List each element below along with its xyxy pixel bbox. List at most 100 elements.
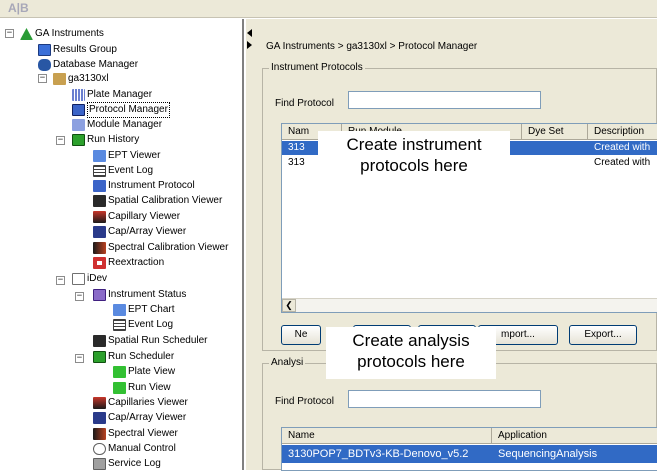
instrument-protocols-callout: Create instrument protocols here: [318, 131, 510, 181]
run-scheduler-icon: [93, 351, 106, 363]
tree-item-ga-instruments[interactable]: GA Instruments: [20, 27, 104, 41]
tree-item-spatial-run-scheduler[interactable]: Spatial Run Scheduler: [93, 334, 208, 348]
tree-item-capillaries-viewer[interactable]: Capillaries Viewer: [93, 396, 188, 410]
tree-item-results-group[interactable]: Results Group: [38, 43, 117, 57]
tree-item-instrument-protocol[interactable]: Instrument Protocol: [93, 179, 195, 193]
tree-item-instrument-status[interactable]: Instrument Status: [93, 288, 186, 302]
tree-item-capillary-viewer[interactable]: Capillary Viewer: [93, 210, 180, 224]
callout-line: protocols here: [357, 352, 465, 371]
idev-icon: [72, 273, 85, 285]
tree-item-database-manager[interactable]: Database Manager: [38, 58, 138, 72]
ept-chart-icon: [113, 304, 126, 316]
manual-control-icon: [93, 443, 106, 455]
content-panel: GA Instruments > ga3130xl > Protocol Man…: [256, 19, 657, 471]
service-log-icon: [93, 458, 106, 470]
run-view-icon: [113, 382, 126, 394]
tree-item-manual-control[interactable]: Manual Control: [93, 442, 176, 456]
tree-item-run-scheduler[interactable]: Run Scheduler: [93, 350, 174, 364]
analysis-protocols-title: Analysi: [269, 357, 306, 368]
column-header-name[interactable]: Name: [282, 428, 492, 444]
plate-manager-icon: [72, 89, 85, 101]
tree-item-spectral-calibration-viewer[interactable]: Spectral Calibration Viewer: [93, 241, 228, 255]
results-group-icon: [38, 44, 51, 56]
capillary-viewer-icon: [93, 211, 106, 223]
collapse-run-scheduler-toggle[interactable]: −: [75, 354, 84, 363]
collapse-idev-toggle[interactable]: −: [56, 276, 65, 285]
event-log-icon: [113, 319, 126, 331]
module-manager-icon: [72, 119, 85, 131]
column-header-dye-set[interactable]: Dye Set: [522, 124, 588, 140]
collapse-ga3130xl-toggle[interactable]: −: [38, 74, 47, 83]
instrument-status-icon: [93, 289, 106, 301]
spatial-run-scheduler-icon: [93, 335, 106, 347]
instrument-icon: [53, 73, 66, 85]
column-header-description[interactable]: Description: [588, 124, 657, 140]
spectral-viewer-icon: [93, 428, 106, 440]
scroll-left-arrow-icon[interactable]: ❮: [282, 299, 296, 312]
collapse-run-history-toggle[interactable]: −: [56, 136, 65, 145]
spatial-calibration-icon: [93, 195, 106, 207]
cap-array-viewer-icon: [93, 226, 106, 238]
plate-view-icon: [113, 366, 126, 378]
collapse-left-arrow-icon[interactable]: [247, 29, 252, 37]
navigation-tree[interactable]: − − − − − − GA Instruments Results Group…: [0, 19, 244, 470]
tree-item-protocol-manager[interactable]: Protocol Manager: [72, 102, 170, 118]
tree-item-run-history[interactable]: Run History: [72, 133, 139, 147]
row-description: Created with: [594, 157, 651, 168]
find-analysis-protocol-input[interactable]: [348, 390, 541, 408]
collapse-right-arrow-icon[interactable]: [247, 41, 252, 49]
tree-item-service-log[interactable]: Service Log: [93, 457, 161, 470]
title-strip: A|B: [0, 0, 657, 18]
tree-item-cap-array-viewer[interactable]: Cap/Array Viewer: [93, 225, 186, 239]
tree-item-plate-manager[interactable]: Plate Manager: [72, 88, 152, 102]
column-header-application[interactable]: Application: [492, 428, 657, 444]
event-log-icon: [93, 165, 106, 177]
callout-line: Create analysis: [352, 331, 470, 350]
find-protocol-label: Find Protocol: [275, 98, 334, 109]
reextraction-icon: [93, 257, 106, 269]
tree-item-event-log[interactable]: Event Log: [93, 164, 153, 178]
app-logo: A|B: [8, 1, 29, 15]
tree-item-run-view[interactable]: Run View: [113, 381, 171, 395]
tree-item-module-manager[interactable]: Module Manager: [72, 118, 162, 132]
row-name: 3130POP7_BDTv3-KB-Denovo_v5.2: [288, 448, 469, 460]
find-instrument-protocol-input[interactable]: [348, 91, 541, 109]
collapse-ga-instruments-toggle[interactable]: −: [5, 29, 14, 38]
instrument-protocols-title: Instrument Protocols: [269, 62, 365, 73]
row-application: SequencingAnalysis: [498, 448, 598, 460]
database-manager-icon: [38, 59, 51, 71]
tree-item-plate-view[interactable]: Plate View: [113, 365, 175, 379]
tree-item-spectral-viewer[interactable]: Spectral Viewer: [93, 427, 178, 441]
export-button[interactable]: Export...: [569, 325, 637, 345]
protocol-manager-icon: [72, 104, 85, 116]
spectral-calibration-icon: [93, 242, 106, 254]
analysis-protocols-group: Analysi Find Protocol Name Application 3…: [262, 357, 657, 471]
table-row[interactable]: 3130POP7_BDTv3-KB-Denovo_v5.2 Sequencing…: [282, 445, 657, 463]
row-description: Created with: [594, 142, 651, 153]
collapse-instrument-status-toggle[interactable]: −: [75, 292, 84, 301]
instrument-protocol-icon: [93, 180, 106, 192]
tree-item-event-log-status[interactable]: Event Log: [113, 318, 173, 332]
ga-instruments-icon: [20, 28, 33, 40]
breadcrumb: GA Instruments > ga3130xl > Protocol Man…: [266, 41, 478, 52]
callout-line: protocols here: [360, 156, 468, 175]
tree-item-ga3130xl[interactable]: ga3130xl: [53, 72, 109, 86]
tree-item-idev[interactable]: iDev: [72, 272, 107, 286]
analysis-protocols-callout: Create analysis protocols here: [326, 327, 496, 379]
instrument-protocols-group: Instrument Protocols Find Protocol Nam R…: [262, 62, 657, 351]
analysis-protocols-table[interactable]: Name Application 3130POP7_BDTv3-KB-Denov…: [281, 427, 657, 471]
callout-line: Create instrument: [346, 135, 482, 154]
tree-item-spatial-calibration-viewer[interactable]: Spatial Calibration Viewer: [93, 194, 222, 208]
panel-splitter[interactable]: [246, 19, 256, 470]
find-protocol-label: Find Protocol: [275, 396, 334, 407]
tree-item-ept-viewer[interactable]: EPT Viewer: [93, 149, 160, 163]
capillaries-viewer-icon: [93, 397, 106, 409]
horizontal-scrollbar[interactable]: ❮: [282, 298, 657, 312]
tree-item-ept-chart[interactable]: EPT Chart: [113, 303, 175, 317]
tree-item-cap-array-viewer-idev[interactable]: Cap/Array Viewer: [93, 411, 186, 425]
run-history-icon: [72, 134, 85, 146]
tree-item-reextraction[interactable]: Reextraction: [93, 256, 164, 270]
cap-array-viewer-icon: [93, 412, 106, 424]
ept-viewer-icon: [93, 150, 106, 162]
new-protocol-button[interactable]: Ne: [281, 325, 321, 345]
